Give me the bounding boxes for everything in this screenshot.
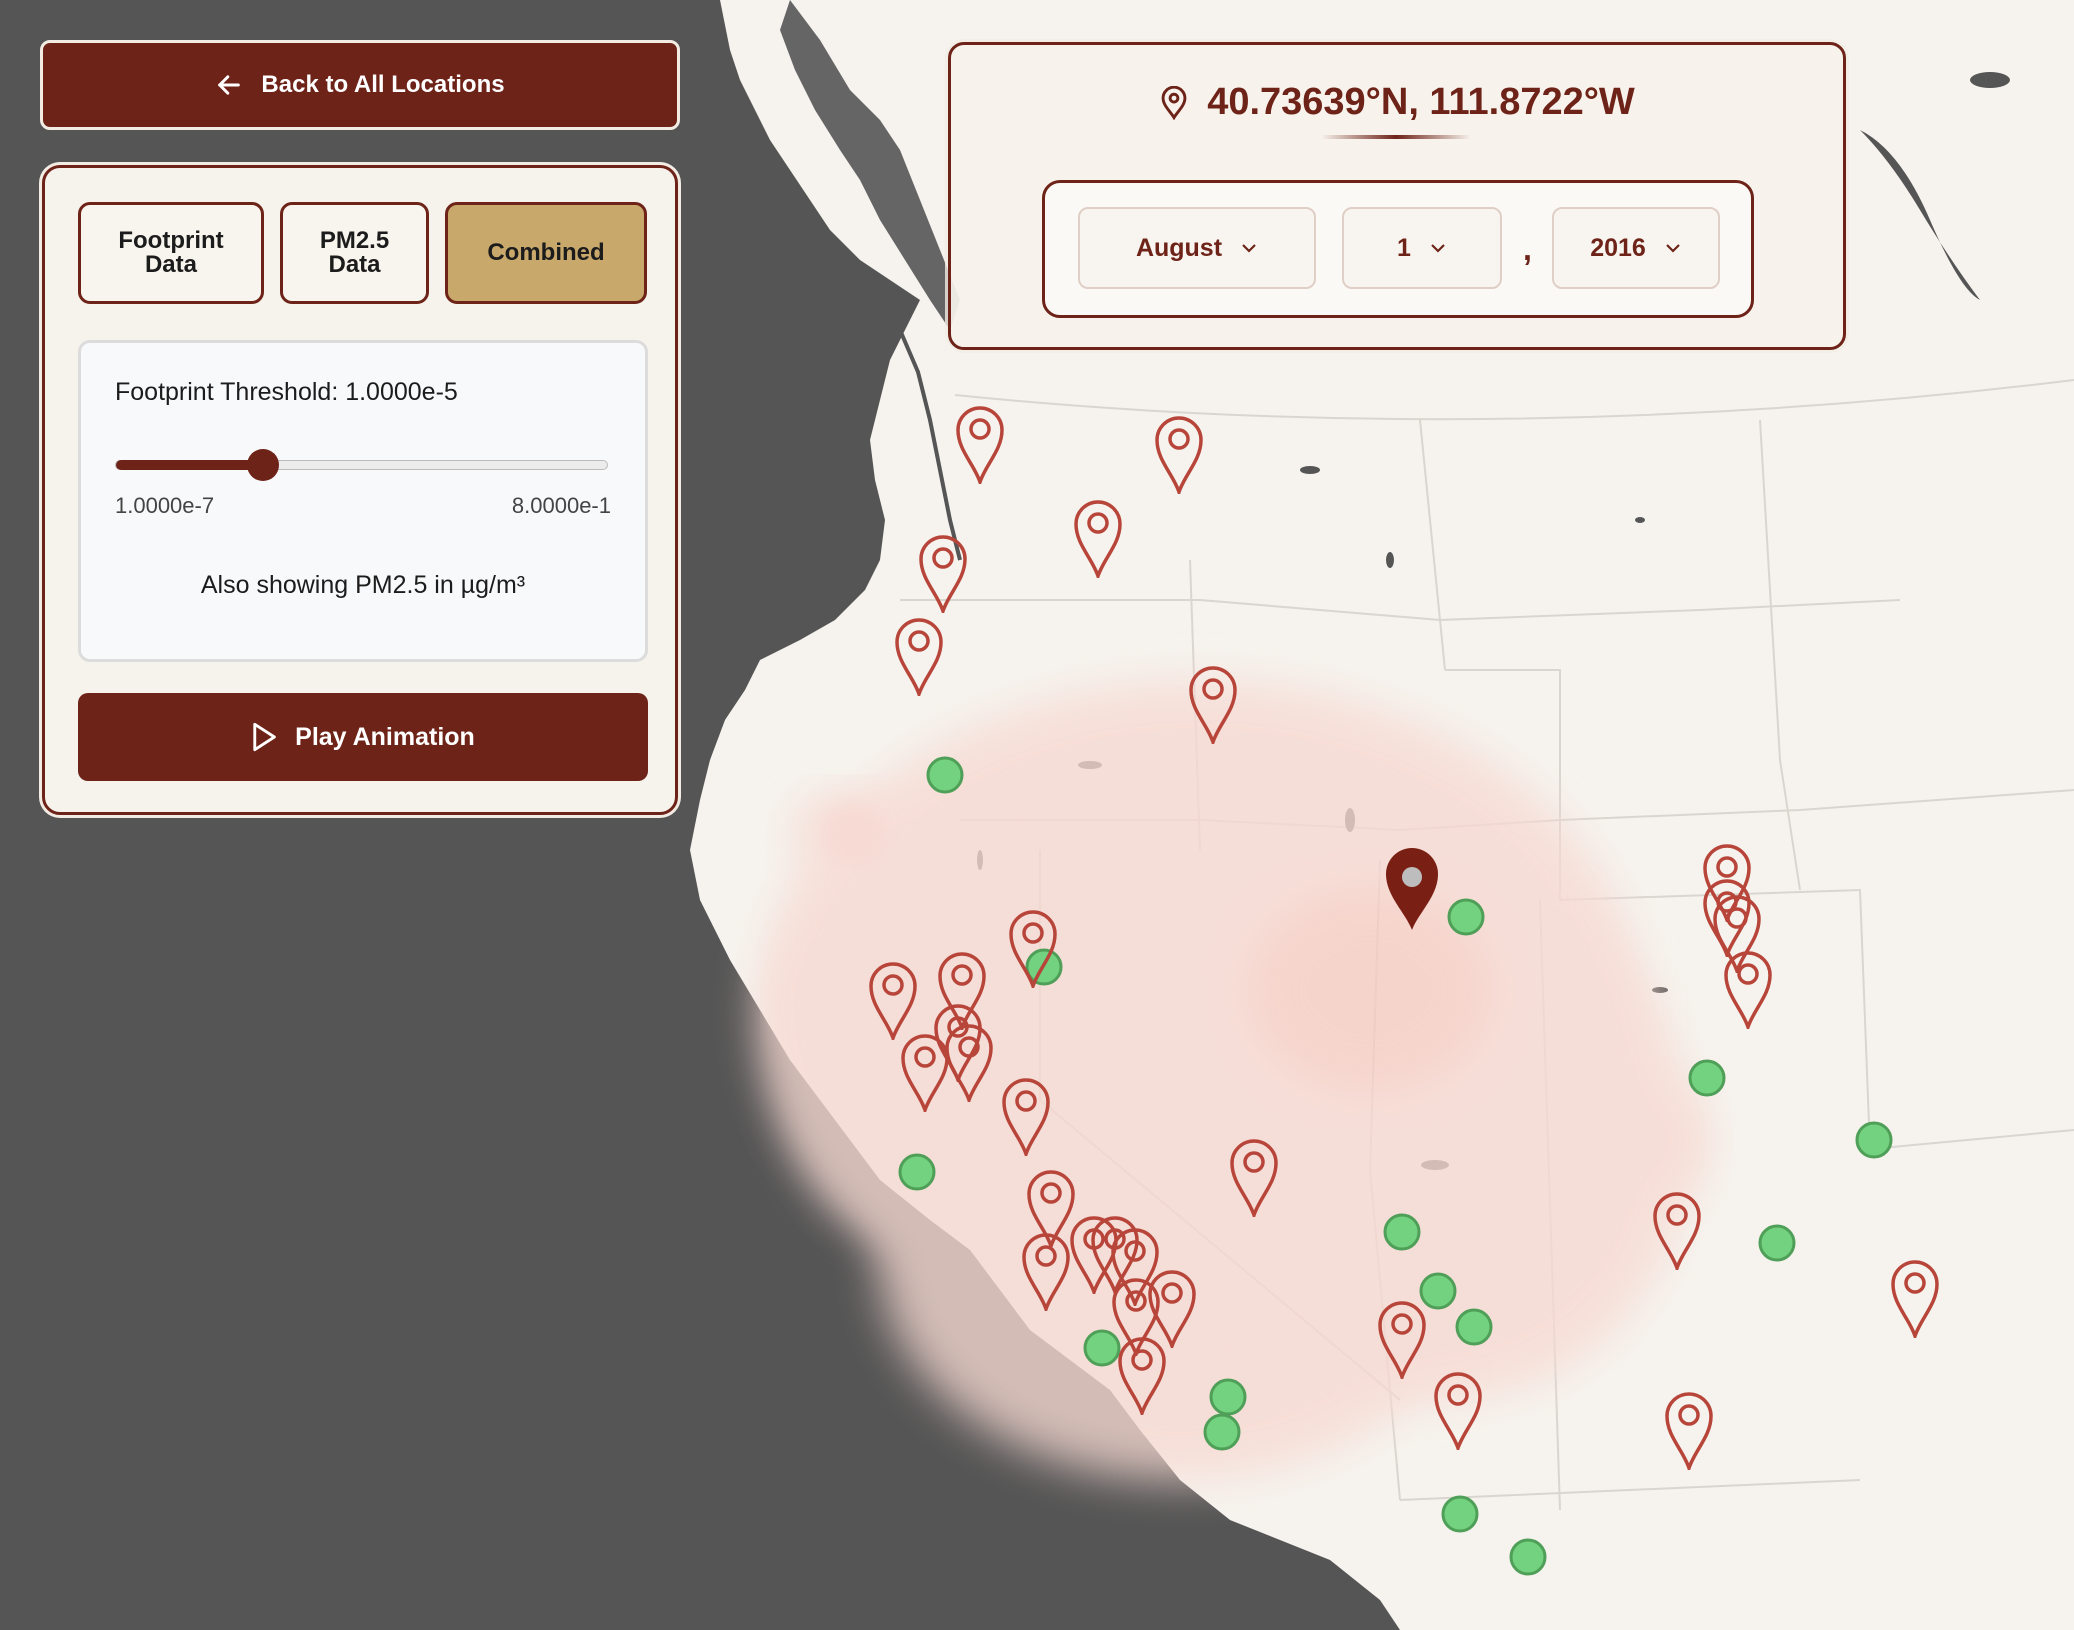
- pm25-marker: [1083, 1329, 1121, 1367]
- day-value: 1: [1397, 233, 1411, 262]
- year-value: 2016: [1590, 233, 1646, 262]
- pm25-marker: [1855, 1121, 1893, 1159]
- map-pin-icon: [1161, 85, 1187, 120]
- chevron-down-icon: [1242, 244, 1256, 253]
- day-select[interactable]: 1: [1342, 207, 1502, 289]
- play-animation-button[interactable]: Play Animation: [78, 693, 648, 781]
- tab-pm25-line2: Data: [328, 251, 381, 278]
- pm25-marker: [1209, 1378, 1247, 1416]
- tab-pm25-data[interactable]: PM2.5 Data: [280, 202, 429, 304]
- tab-pm25-line1: PM2.5: [319, 227, 390, 254]
- tab-footprint-data[interactable]: Footprint Data: [78, 202, 264, 304]
- tab-combined[interactable]: Combined: [445, 202, 647, 304]
- footprint-threshold-label: Footprint Threshold: 1.0000e-5: [115, 378, 458, 406]
- threshold-min-label: 1.0000e-7: [115, 493, 215, 518]
- location-coordinates: 40.73639°N, 111.8722°W: [951, 81, 1843, 124]
- play-button-label: Play Animation: [295, 722, 475, 751]
- chevron-down-icon: [1431, 244, 1445, 253]
- year-select[interactable]: 2016: [1552, 207, 1720, 289]
- date-selector: August 1 , 2016: [1042, 180, 1754, 318]
- pm25-marker: [1203, 1413, 1241, 1451]
- coordinates-text: 40.73639°N, 111.8722°W: [1207, 81, 1635, 123]
- tab-footprint-line1: Footprint: [118, 227, 224, 254]
- chevron-down-icon: [1666, 244, 1680, 253]
- coordinates-underline: [1321, 135, 1471, 139]
- location-card: 40.73639°N, 111.8722°W August 1 , 2016: [948, 42, 1846, 350]
- tab-combined-label: Combined: [487, 239, 605, 266]
- threshold-slider-fill: [116, 460, 264, 470]
- pm25-marker: [1419, 1272, 1457, 1310]
- pm25-marker: [1383, 1213, 1421, 1251]
- tab-footprint-line2: Data: [144, 251, 197, 278]
- threshold-slider-thumb[interactable]: [247, 449, 280, 481]
- pm25-note: Also showing PM2.5 in µg/m³: [200, 571, 526, 599]
- month-value: August: [1135, 233, 1223, 262]
- date-separator: ,: [1523, 231, 1532, 267]
- pm25-marker: [926, 756, 964, 794]
- play-icon: [253, 722, 276, 752]
- threshold-max-label: 8.0000e-1: [511, 493, 611, 518]
- threshold-slider[interactable]: [115, 449, 608, 481]
- footprint-threshold-box: Footprint Threshold: 1.0000e-5 1.0000e-7…: [78, 340, 648, 662]
- pm25-marker: [1455, 1308, 1493, 1346]
- pm25-marker: [1447, 898, 1485, 936]
- data-control-panel: Footprint Data PM2.5 Data Combined Footpri…: [42, 165, 678, 815]
- back-to-all-locations-button[interactable]: Back to All Locations: [40, 40, 680, 130]
- pm25-marker: [1688, 1059, 1726, 1097]
- pm25-marker: [1758, 1224, 1796, 1262]
- back-button-label: Back to All Locations: [261, 71, 505, 98]
- pm25-marker: [1509, 1538, 1547, 1576]
- pm25-marker: [898, 1153, 936, 1191]
- month-select[interactable]: August: [1078, 207, 1316, 289]
- pm25-marker: [1441, 1495, 1479, 1533]
- arrow-left-icon: [218, 75, 241, 95]
